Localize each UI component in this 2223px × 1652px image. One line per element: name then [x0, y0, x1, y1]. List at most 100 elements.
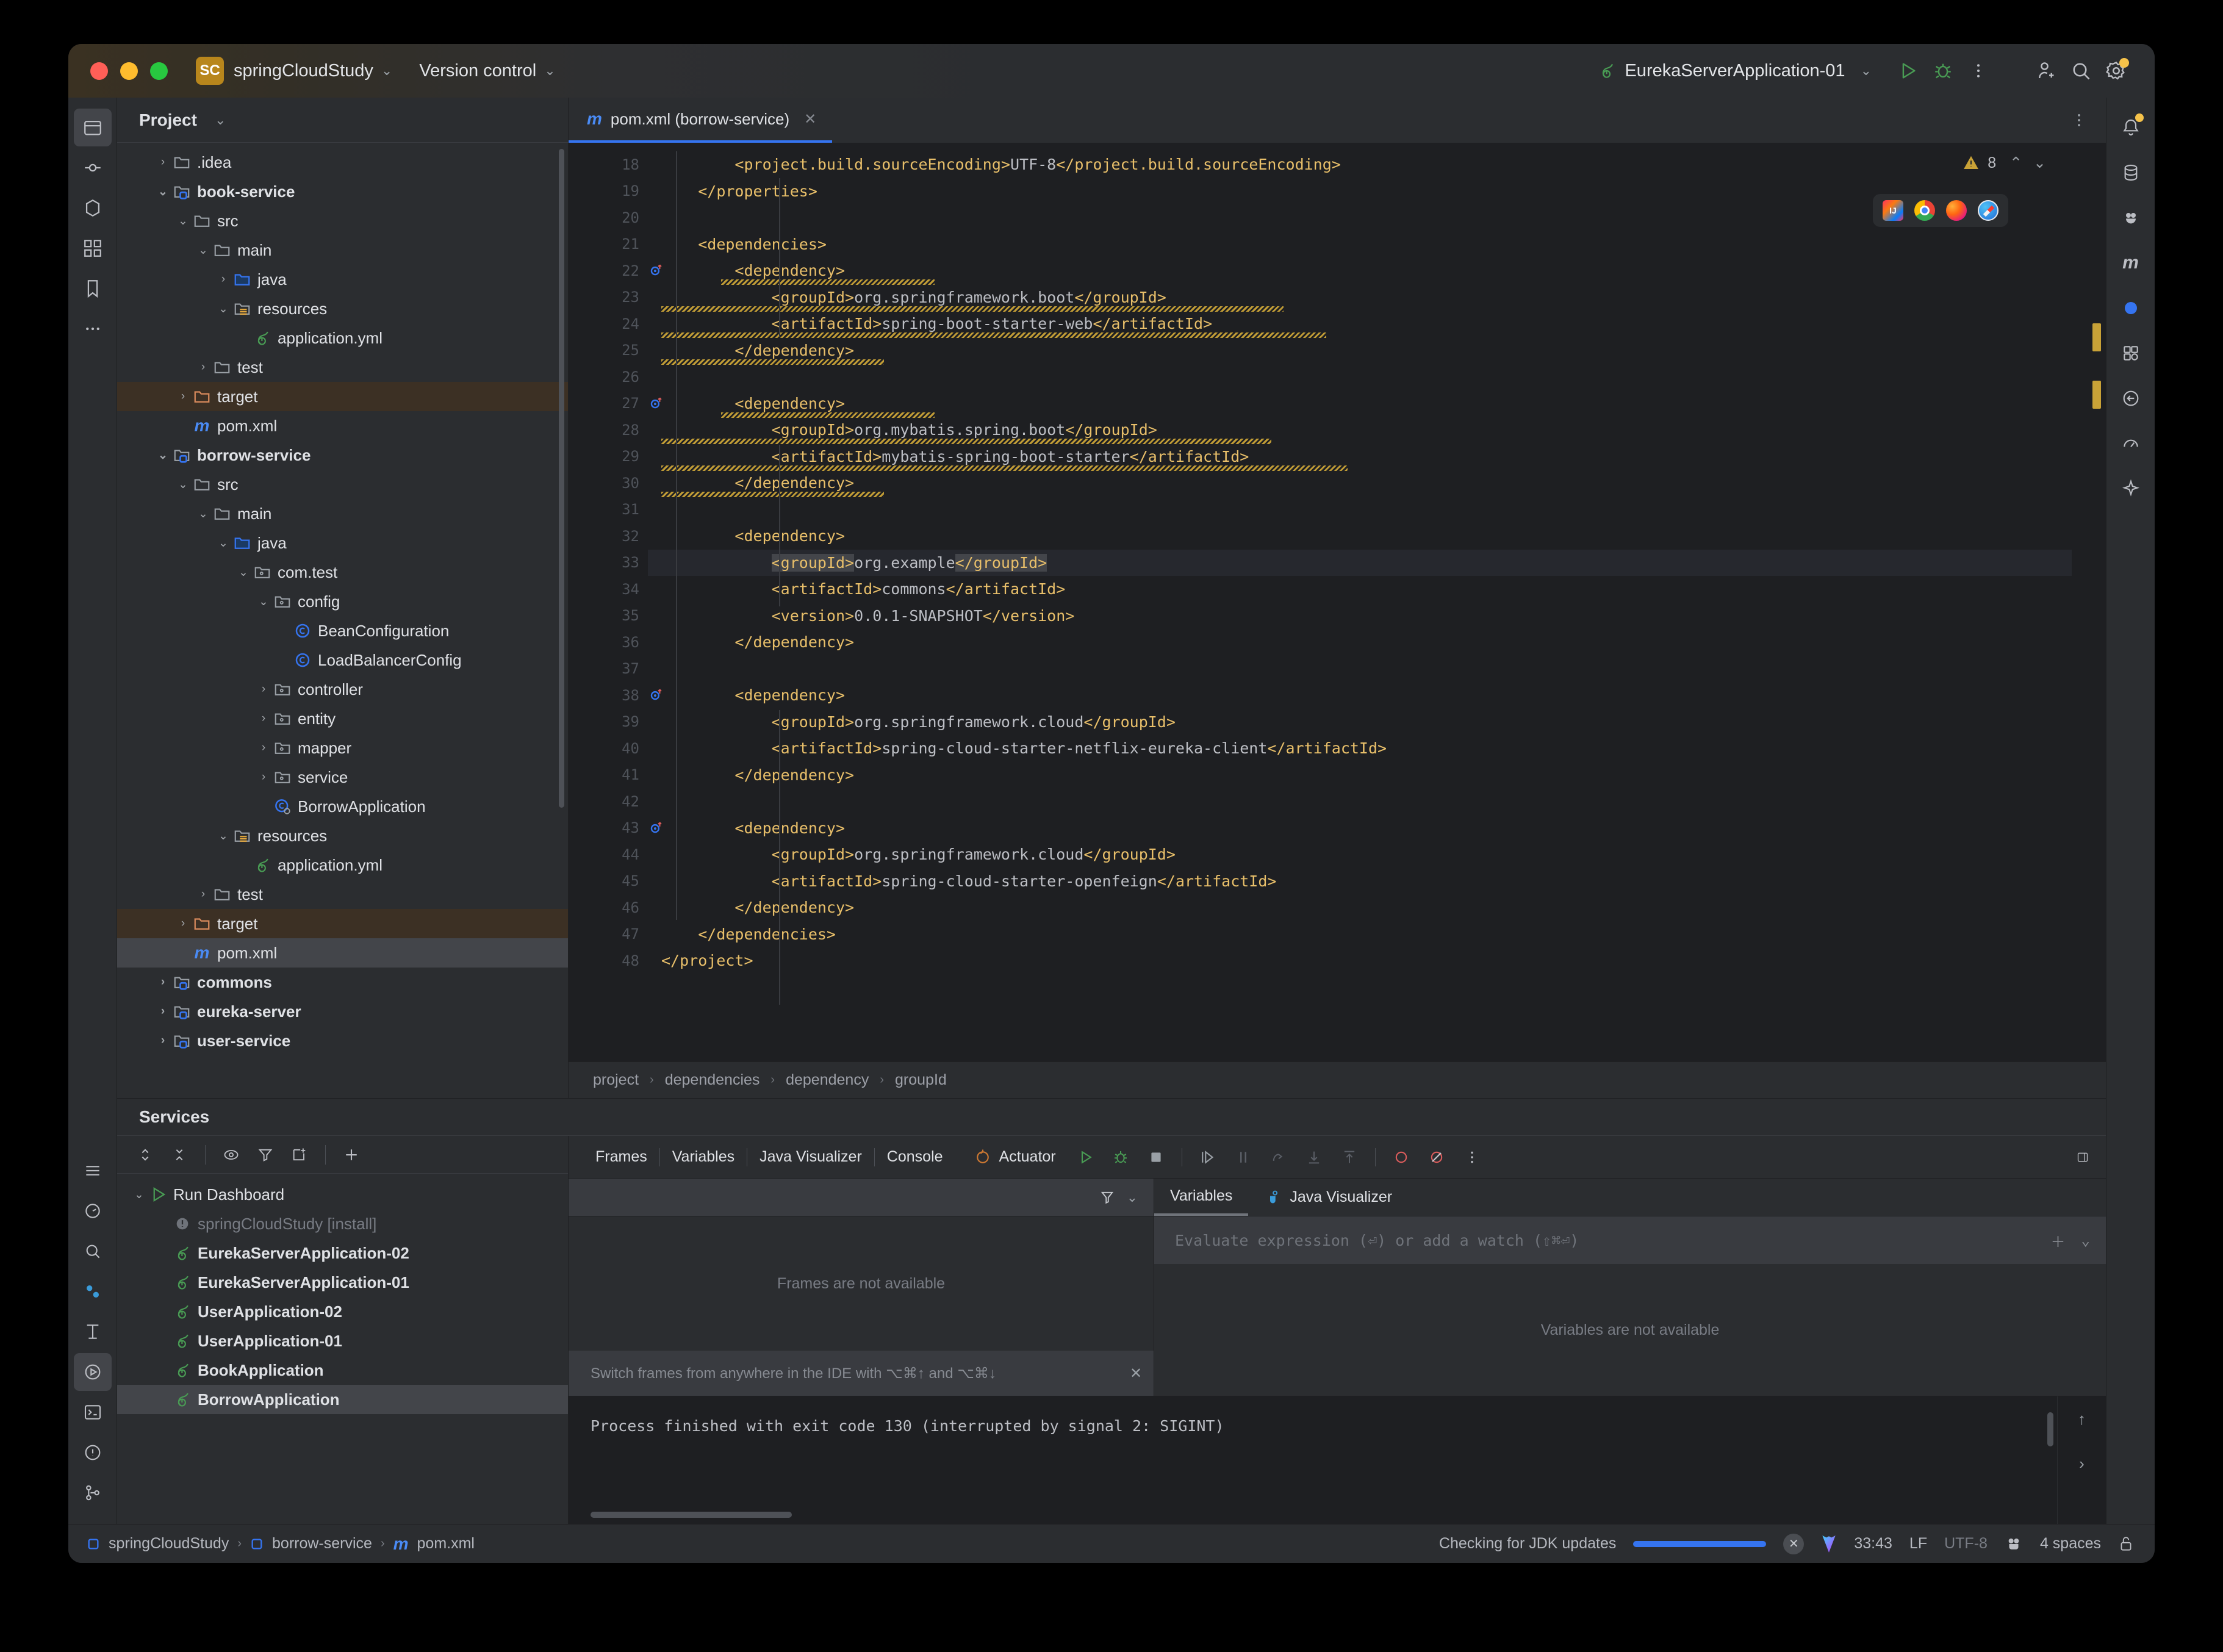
code-lines[interactable]: <project.build.sourceEncoding>UTF-8</pro… — [648, 143, 2072, 1061]
add-service-icon[interactable] — [337, 1140, 366, 1169]
more-actions-button[interactable] — [1961, 53, 1996, 88]
code-line[interactable]: </project> — [648, 947, 2072, 974]
service-tree-item[interactable]: EurekaServerApplication-02 — [117, 1238, 568, 1268]
project-tree-item[interactable]: LoadBalancerConfig — [117, 645, 568, 675]
close-icon[interactable]: ✕ — [804, 110, 816, 128]
debug-button[interactable] — [1925, 53, 1961, 88]
services-tree[interactable]: ⌄Run DashboardspringCloudStudy [install]… — [117, 1174, 568, 1524]
chevron-down-icon[interactable]: ⌄ — [2081, 1232, 2090, 1249]
expand-all-icon[interactable] — [131, 1140, 160, 1169]
editor-gutter[interactable]: 1819202122232425262728293031323334353637… — [569, 143, 648, 1061]
plugins-tool-button[interactable] — [2112, 334, 2150, 372]
chevron-down-icon[interactable]: ⌄ — [381, 63, 392, 79]
notifications-button[interactable] — [2112, 109, 2150, 146]
chevron-down-icon[interactable]: ⌄ — [215, 536, 232, 550]
project-tree-item[interactable]: ⌄config — [117, 587, 568, 616]
resume-program-button[interactable] — [1193, 1143, 1223, 1172]
code-line[interactable]: <artifactId>spring-cloud-starter-openfei… — [648, 868, 2072, 895]
project-tree-item[interactable]: ⌄borrow-service — [117, 440, 568, 470]
next-problem-icon[interactable]: ⌄ — [2033, 154, 2046, 172]
debug-rerun-button[interactable] — [1106, 1143, 1135, 1172]
structure-tool-button[interactable] — [74, 229, 112, 267]
chevron-down-icon[interactable]: ⌄ — [154, 448, 171, 462]
service-tree-item[interactable]: UserApplication-02 — [117, 1297, 568, 1326]
service-tree-item[interactable]: UserApplication-01 — [117, 1326, 568, 1356]
code-line[interactable]: </dependency> — [648, 894, 2072, 921]
project-tree-item[interactable]: application.yml — [117, 850, 568, 880]
run-button[interactable] — [1890, 53, 1925, 88]
chevron-right-icon[interactable]: › — [255, 770, 272, 784]
project-tree-item[interactable]: BorrowApplication — [117, 792, 568, 821]
chevron-down-icon[interactable]: ⌄ — [1861, 63, 1872, 79]
todo-tool-button[interactable] — [74, 1152, 112, 1190]
project-tool-button[interactable] — [74, 109, 112, 146]
editor-more-options-button[interactable] — [2070, 98, 2106, 143]
service-tree-item[interactable]: BookApplication — [117, 1356, 568, 1385]
chevron-down-icon[interactable]: ⌄ — [215, 112, 226, 128]
tab-frames[interactable]: Frames — [583, 1148, 659, 1166]
previous-problem-icon[interactable]: ⌃ — [2009, 154, 2022, 172]
step-over-button[interactable] — [1264, 1143, 1293, 1172]
chevron-right-icon[interactable]: › — [255, 741, 272, 755]
project-tree-item[interactable]: application.yml — [117, 323, 568, 353]
intellij-icon[interactable]: IJ — [1883, 200, 1903, 221]
layout-settings-button[interactable] — [2077, 1143, 2106, 1172]
pause-program-button[interactable] — [1229, 1143, 1258, 1172]
chevron-right-icon[interactable]: › — [255, 683, 272, 696]
commit-tool-button[interactable] — [74, 149, 112, 187]
project-tree-item[interactable]: ›entity — [117, 704, 568, 733]
tab-java-visualizer[interactable]: Java Visualizer — [747, 1148, 874, 1166]
database-tool-button[interactable] — [2112, 154, 2150, 192]
tab-variables[interactable]: Variables — [1154, 1179, 1248, 1216]
code-line[interactable]: <groupId>org.springframework.cloud</grou… — [648, 709, 2072, 736]
chevron-down-icon[interactable]: ⌄ — [154, 185, 171, 199]
code-line[interactable]: <artifactId>commons</artifactId> — [648, 576, 2072, 603]
actuator-button[interactable]: Actuator — [974, 1148, 1056, 1166]
breadcrumb-item[interactable]: dependency — [786, 1071, 869, 1089]
find-tool-button[interactable] — [74, 1232, 112, 1270]
project-tree-item[interactable]: ›eureka-server — [117, 997, 568, 1026]
chevron-right-icon[interactable]: › — [154, 1005, 171, 1018]
console-scrollbar[interactable] — [2047, 1412, 2053, 1446]
chevron-right-icon[interactable]: › — [174, 390, 192, 403]
service-tree-item[interactable]: springCloudStudy [install] — [117, 1209, 568, 1238]
project-tree-item[interactable]: ⌄src — [117, 470, 568, 499]
line-separator[interactable]: LF — [1909, 1535, 1927, 1553]
chrome-icon[interactable] — [1914, 200, 1935, 221]
code-line[interactable]: <groupId>org.springframework.cloud</grou… — [648, 841, 2072, 868]
project-tree-item[interactable]: BeanConfiguration — [117, 616, 568, 645]
rerun-button[interactable] — [1071, 1143, 1100, 1172]
filter-icon[interactable] — [1099, 1189, 1116, 1206]
notifications-tool-button[interactable] — [74, 1434, 112, 1471]
code-line[interactable]: </dependencies> — [648, 921, 2072, 948]
breadcrumb-item[interactable]: groupId — [895, 1071, 947, 1089]
project-tree-item[interactable]: ›controller — [117, 675, 568, 704]
close-window-button[interactable] — [90, 62, 108, 80]
code-line[interactable]: <dependencies> — [648, 231, 2072, 258]
version-control-menu[interactable]: Version control — [419, 61, 536, 81]
run-configuration-selector[interactable]: EurekaServerApplication-01 ⌄ — [1598, 61, 1872, 81]
inspection-widget[interactable]: 8 ⌃ ⌄ — [1962, 154, 2046, 172]
code-line[interactable]: <groupId>org.example</groupId> — [648, 550, 2072, 576]
add-watch-icon[interactable]: ＋ — [2051, 1230, 2066, 1251]
add-user-button[interactable] — [2028, 53, 2063, 88]
more-debugger-actions-button[interactable] — [1457, 1143, 1487, 1172]
warning-marker[interactable] — [2092, 381, 2101, 409]
code-line[interactable]: <project.build.sourceEncoding>UTF-8</pro… — [648, 151, 2072, 178]
git-branch-tool-button[interactable] — [74, 1474, 112, 1512]
file-encoding[interactable]: UTF-8 — [1944, 1535, 1988, 1553]
coverage-tool-button[interactable] — [2112, 289, 2150, 327]
pull-requests-tool-button[interactable] — [74, 189, 112, 227]
chevron-down-icon[interactable]: ⌄ — [174, 214, 192, 228]
code-line[interactable] — [648, 497, 2072, 523]
code-line[interactable]: <dependency> — [648, 682, 2072, 709]
terminal-tool-button[interactable] — [74, 1393, 112, 1431]
project-name[interactable]: springCloudStudy — [234, 61, 373, 81]
ai-assistant-button[interactable] — [2112, 199, 2150, 237]
chevron-down-icon[interactable]: ⌄ — [131, 1188, 148, 1202]
project-tree-item[interactable]: ›.idea — [117, 148, 568, 177]
safari-icon[interactable] — [1978, 200, 1999, 221]
project-tree-item[interactable]: ›service — [117, 763, 568, 792]
project-tree-item[interactable]: ⌄src — [117, 206, 568, 235]
chevron-down-icon[interactable]: ⌄ — [215, 829, 232, 843]
